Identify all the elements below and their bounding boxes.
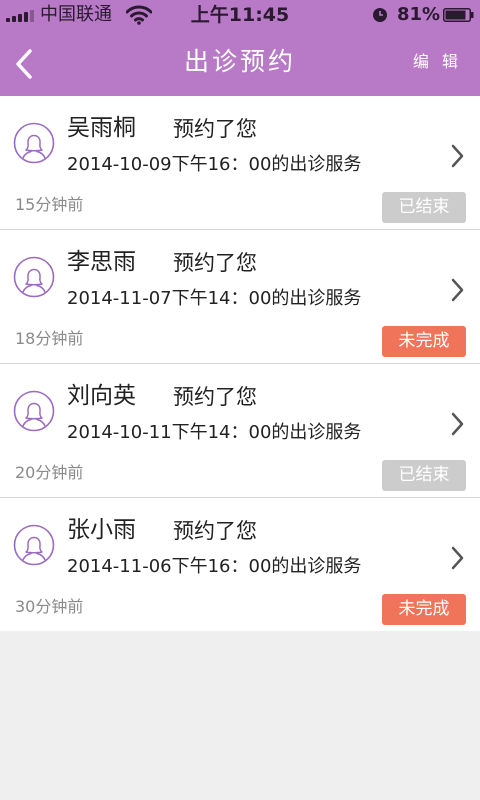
status-badge: 未完成	[382, 326, 466, 357]
page-title: 出诊预约	[183, 47, 296, 76]
time-ago: 18分钟前	[15, 329, 84, 348]
patient-name: 李思雨	[67, 249, 136, 275]
service-description: 2014-11-06下午16：00的出诊服务	[67, 556, 362, 577]
appointment-action: 预约了您	[173, 519, 257, 543]
appointment-item[interactable]: 刘向英 预约了您 2014-10-11下午14：00的出诊服务 20分钟前 已结…	[0, 364, 480, 498]
appointment-list: 吴雨桐 预约了您 2014-10-09下午16：00的出诊服务 15分钟前 已结…	[0, 96, 480, 631]
appointment-item[interactable]: 李思雨 预约了您 2014-11-07下午14：00的出诊服务 18分钟前 未完…	[0, 230, 480, 364]
alarm-clock-icon	[373, 8, 387, 22]
chevron-right-icon	[451, 144, 464, 168]
user-avatar-icon	[13, 524, 55, 566]
appointment-action: 预约了您	[173, 385, 257, 409]
status-bar: 中国联通 上午11:45 81%	[0, 0, 480, 30]
user-avatar-icon	[13, 122, 55, 164]
appointment-action: 预约了您	[173, 117, 257, 141]
appointment-item[interactable]: 吴雨桐 预约了您 2014-10-09下午16：00的出诊服务 15分钟前 已结…	[0, 96, 480, 230]
patient-name: 刘向英	[67, 383, 136, 409]
status-badge: 已结束	[382, 460, 466, 491]
time-ago: 15分钟前	[15, 195, 84, 214]
nav-bar: 出诊预约 编 辑	[0, 30, 480, 96]
service-description: 2014-11-07下午14：00的出诊服务	[67, 288, 362, 309]
status-badge: 已结束	[382, 192, 466, 223]
time-ago: 30分钟前	[15, 597, 84, 616]
service-description: 2014-10-09下午16：00的出诊服务	[67, 154, 362, 175]
time-ago: 20分钟前	[15, 463, 84, 482]
appointment-action: 预约了您	[173, 251, 257, 275]
chevron-right-icon	[451, 278, 464, 302]
user-avatar-icon	[13, 390, 55, 432]
user-avatar-icon	[13, 256, 55, 298]
service-description: 2014-10-11下午14：00的出诊服务	[67, 422, 362, 443]
chevron-right-icon	[451, 546, 464, 570]
battery-percentage: 81%	[397, 4, 441, 25]
appointment-item[interactable]: 张小雨 预约了您 2014-11-06下午16：00的出诊服务 30分钟前 未完…	[0, 498, 480, 631]
chevron-right-icon	[451, 412, 464, 436]
battery-icon	[443, 8, 474, 22]
edit-button[interactable]: 编 辑	[413, 52, 462, 72]
status-badge: 未完成	[382, 594, 466, 625]
patient-name: 吴雨桐	[67, 115, 136, 141]
patient-name: 张小雨	[67, 517, 136, 543]
